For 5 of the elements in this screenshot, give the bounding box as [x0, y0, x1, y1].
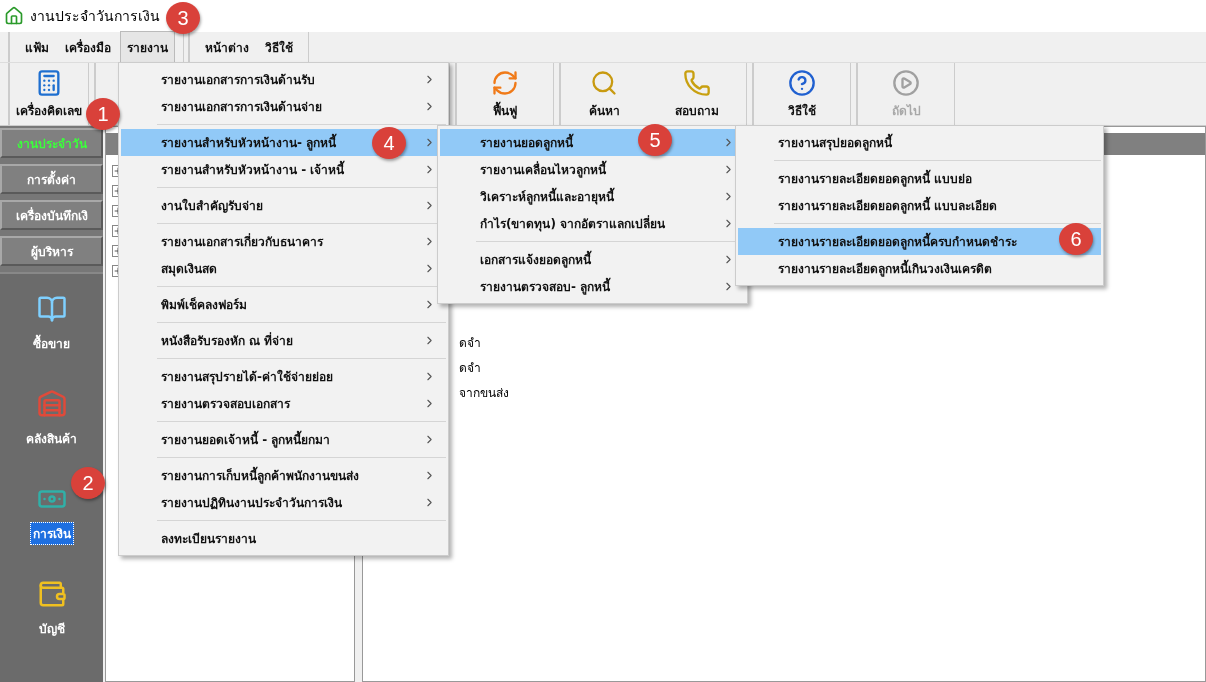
list-item: จากขนส่ง [459, 385, 510, 402]
window-title: งานประจำวันการเงิน [30, 7, 160, 26]
list-item: ดจำ [459, 335, 482, 352]
step-number: 1 [86, 98, 120, 130]
list-item: ดจำ [459, 360, 482, 377]
